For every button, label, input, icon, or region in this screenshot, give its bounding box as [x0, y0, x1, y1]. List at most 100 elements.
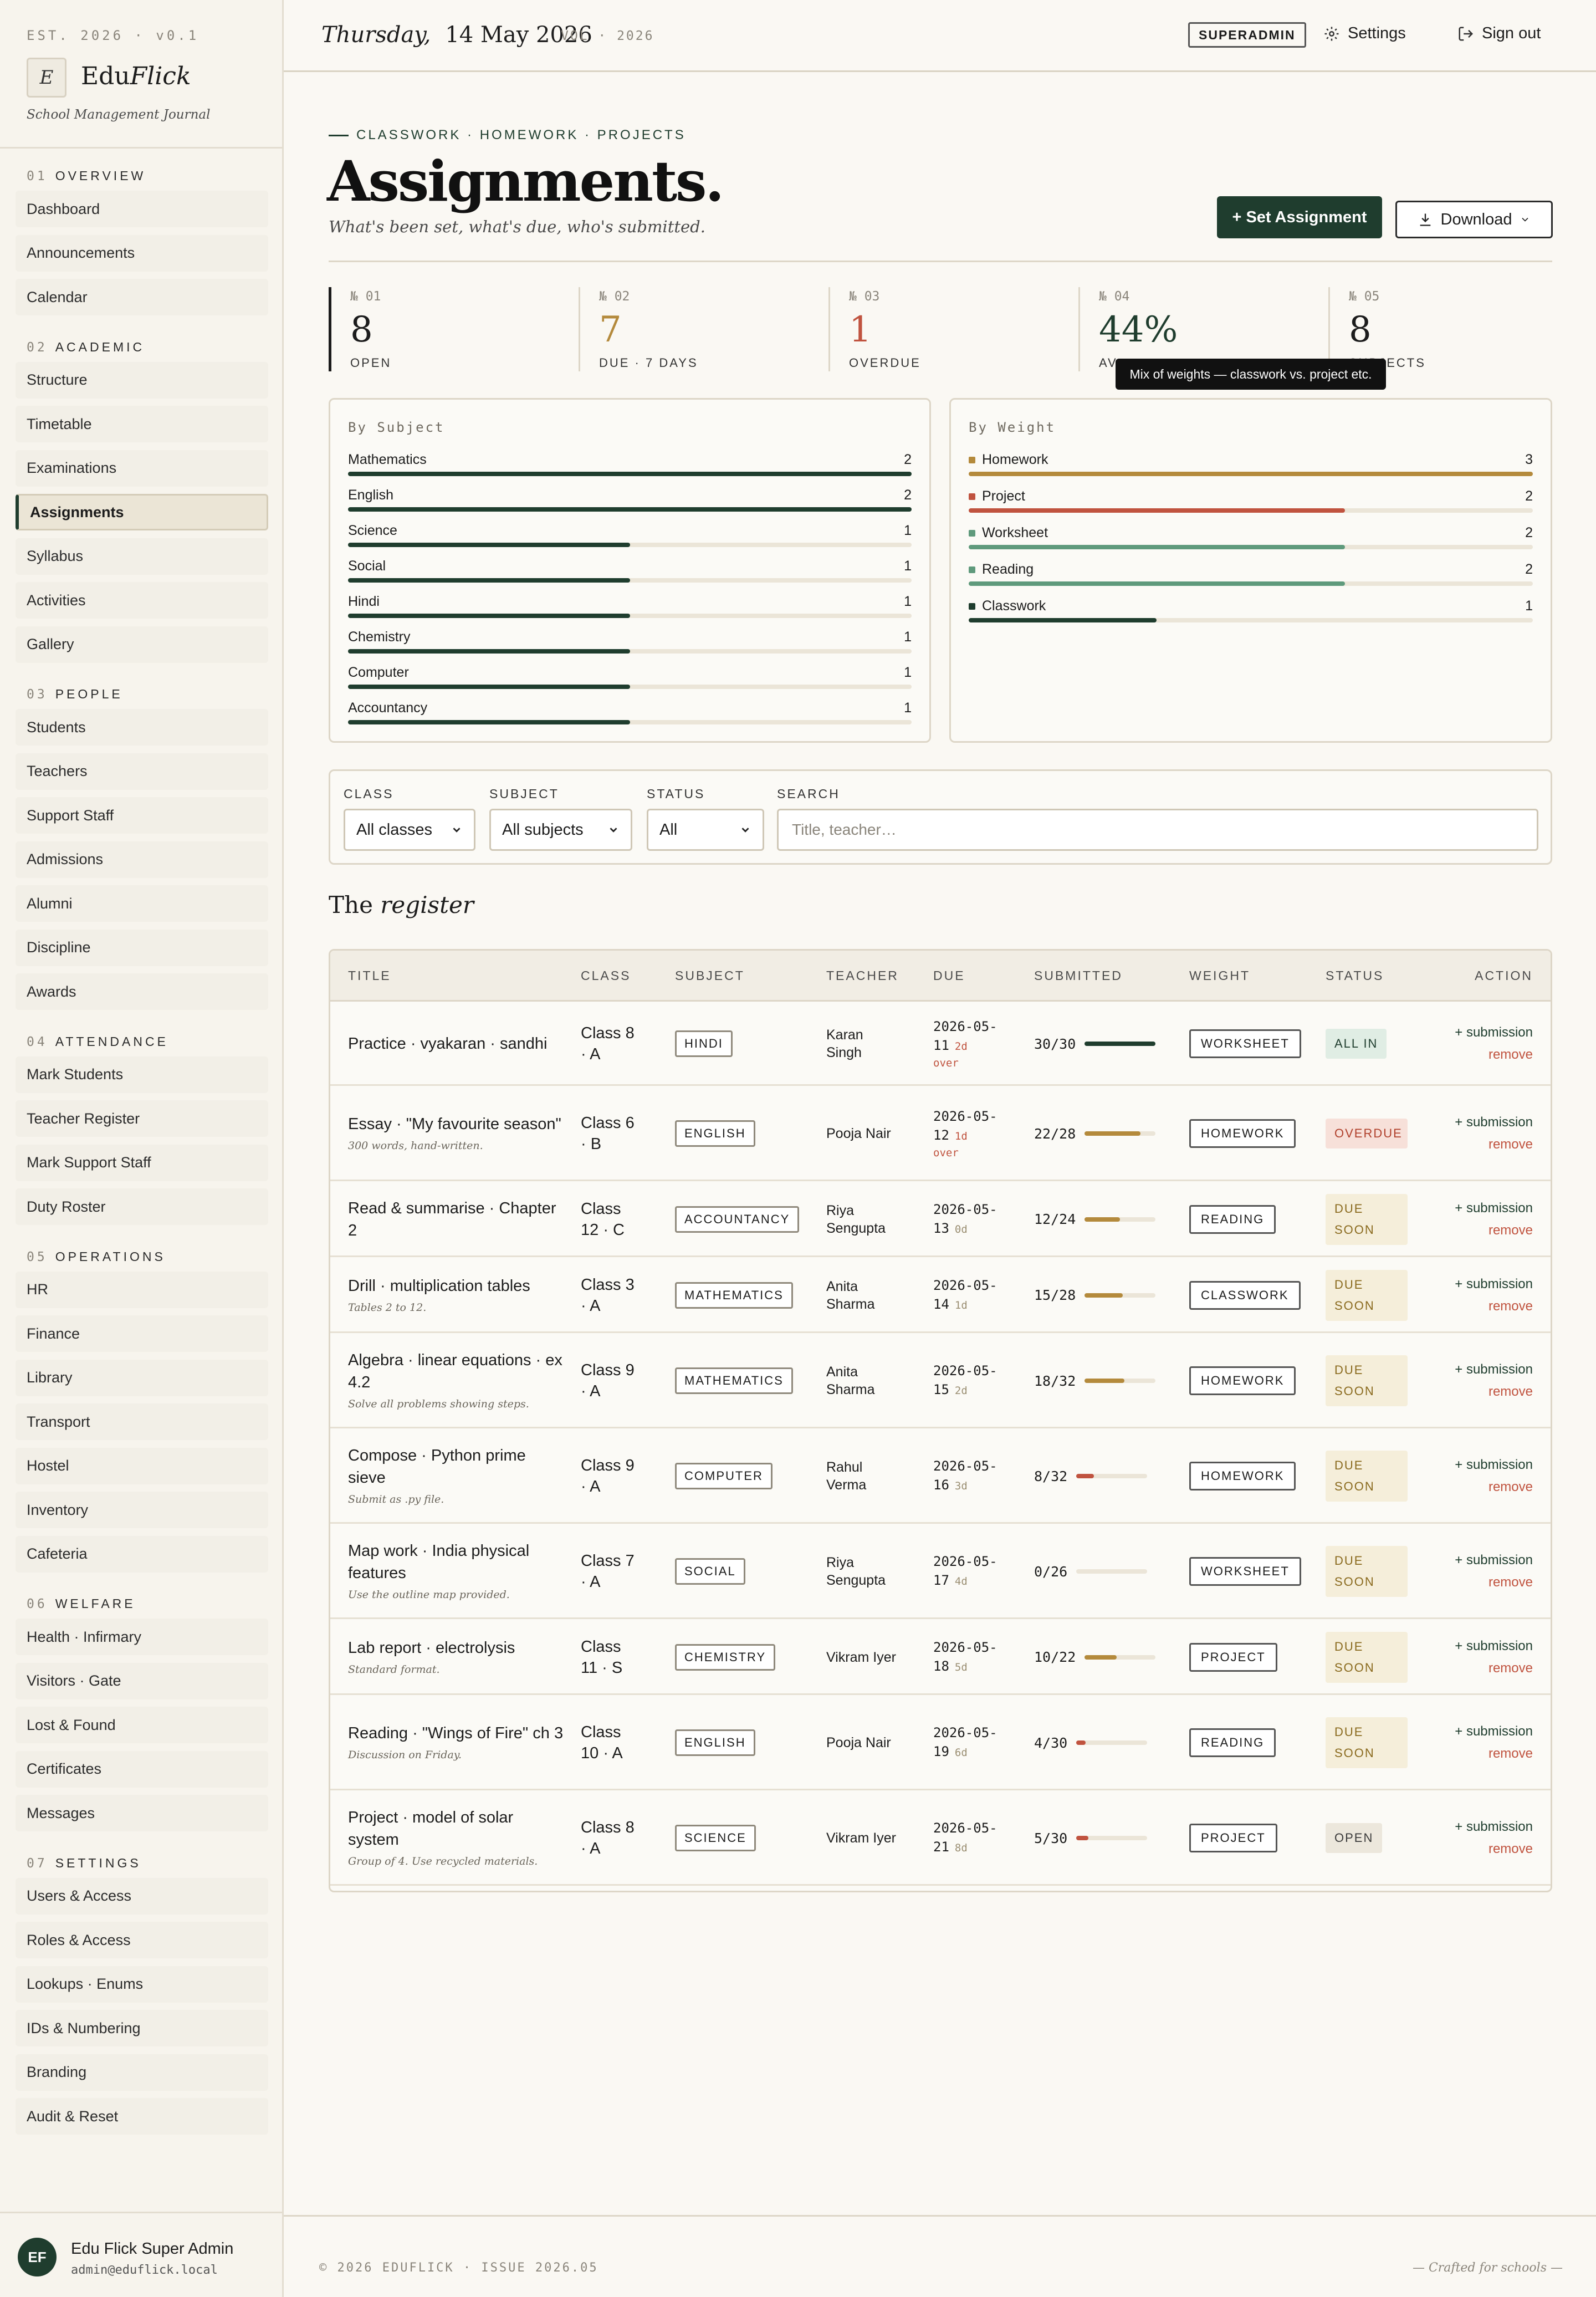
settings-link[interactable]: Settings [1323, 24, 1406, 43]
add-submission-link[interactable]: + submission [1455, 1635, 1533, 1657]
bar-fill [348, 614, 630, 618]
sidebar-item-messages[interactable]: Messages [16, 1795, 268, 1831]
sidebar-item-duty-roster[interactable]: Duty Roster [16, 1188, 268, 1225]
remove-link[interactable]: remove [1455, 1838, 1533, 1860]
add-submission-link[interactable]: + submission [1455, 1359, 1533, 1381]
assignment-title[interactable]: Drill · multiplication tables Tables 2 to… [348, 1275, 564, 1316]
add-submission-link[interactable]: + submission [1455, 1816, 1533, 1838]
sidebar-item-awards[interactable]: Awards [16, 973, 268, 1010]
add-submission-link[interactable]: + submission [1455, 1273, 1533, 1295]
table-row[interactable]: Lab report · electrolysis Standard format… [330, 1619, 1551, 1695]
sidebar-item-assignments[interactable]: Assignments [16, 494, 268, 530]
table-row[interactable]: Reading · "Wings of Fire" ch 3 Discussion… [330, 1695, 1551, 1790]
search-input[interactable]: Title, teacher… [777, 809, 1538, 851]
bar-fill [348, 720, 630, 724]
sidebar-item-timetable[interactable]: Timetable [16, 406, 268, 442]
table-row[interactable]: Practice · vyakaran · sandhi Class 8 · A HI… [330, 1002, 1551, 1086]
assignment-title[interactable]: Compose · Python prime sieve Submit as .p… [348, 1444, 564, 1508]
remove-link[interactable]: remove [1455, 1044, 1533, 1066]
sign-out-link[interactable]: Sign out [1457, 24, 1541, 43]
sidebar-item-visitors-gate[interactable]: Visitors · Gate [16, 1662, 268, 1699]
assignment-title[interactable]: Read & summarise · Chapter 2 [348, 1197, 564, 1242]
class-line-1: Class [581, 1199, 621, 1218]
table-row[interactable]: Read & summarise · Chapter 2 Class 12 · C A… [330, 1181, 1551, 1257]
sidebar-item-branding[interactable]: Branding [16, 2054, 268, 2091]
page-tagline: What's been set, what's due, who's submi… [329, 217, 705, 236]
remove-link[interactable]: remove [1455, 1657, 1533, 1680]
subject-filter-select[interactable]: All subjects [489, 809, 632, 851]
remove-link[interactable]: remove [1455, 1743, 1533, 1765]
sidebar-item-users-access[interactable]: Users & Access [16, 1877, 268, 1915]
assignment-title[interactable]: Essay · "My favourite season" 300 words, … [348, 1113, 564, 1154]
sidebar-item-gallery[interactable]: Gallery [16, 626, 268, 663]
table-row[interactable]: Project · model of solar system Group of … [330, 1790, 1551, 1886]
sidebar-item-roles-access[interactable]: Roles & Access [16, 1922, 268, 1958]
assignment-title[interactable]: Reading · "Wings of Fire" ch 3 Discussion… [348, 1722, 564, 1763]
remove-link[interactable]: remove [1455, 1295, 1533, 1318]
sidebar-item-alumni[interactable]: Alumni [16, 885, 268, 922]
assignment-title[interactable]: Lab report · electrolysis Standard format… [348, 1637, 564, 1678]
sidebar-item-admissions[interactable]: Admissions [16, 841, 268, 878]
sidebar-item-library[interactable]: Library [16, 1359, 268, 1396]
sidebar-item-lost-found[interactable]: Lost & Found [16, 1707, 268, 1743]
assignment-title[interactable]: Project · model of solar system Group of … [348, 1806, 564, 1870]
download-button[interactable]: Download [1395, 201, 1553, 238]
table-row[interactable]: Algebra · linear equations · ex 4.2 Solve… [330, 1333, 1551, 1428]
sidebar-item-syllabus[interactable]: Syllabus [16, 538, 268, 575]
assignment-title[interactable]: Practice · vyakaran · sandhi [348, 1033, 564, 1055]
sidebar-item-certificates[interactable]: Certificates [16, 1750, 268, 1788]
add-submission-link[interactable]: + submission [1455, 1197, 1533, 1219]
remove-link[interactable]: remove [1455, 1381, 1533, 1403]
by_subject-row-english: English 2 [348, 487, 912, 523]
search-label: SEARCH [777, 787, 840, 801]
sidebar-item-mark-students[interactable]: Mark Students [16, 1056, 268, 1093]
sidebar-section-overview: 01 OVERVIEW [27, 169, 146, 183]
bar-label: Classwork [969, 598, 1046, 614]
sidebar-item-lookups-enums[interactable]: Lookups · Enums [16, 1966, 268, 2003]
action-cell: + submission remove [1455, 1635, 1533, 1680]
sidebar-item-transport[interactable]: Transport [16, 1403, 268, 1440]
sidebar-item-ids-numbering[interactable]: IDs & Numbering [16, 2010, 268, 2046]
add-submission-link[interactable]: + submission [1455, 1022, 1533, 1044]
sidebar-item-calendar[interactable]: Calendar [16, 279, 268, 315]
sidebar-item-hostel[interactable]: Hostel [16, 1447, 268, 1484]
sidebar-item-audit-reset[interactable]: Audit & Reset [16, 2098, 268, 2135]
sidebar-item-inventory[interactable]: Inventory [16, 1492, 268, 1528]
add-submission-link[interactable]: + submission [1455, 1721, 1533, 1743]
brand-name[interactable]: EduFlick [81, 62, 191, 90]
table-row[interactable]: Essay · "My favourite season" 300 words, … [330, 1086, 1551, 1181]
sidebar-item-teacher-register[interactable]: Teacher Register [16, 1100, 268, 1137]
sidebar-item-announcements[interactable]: Announcements [16, 234, 268, 272]
sidebar-item-hr[interactable]: HR [16, 1271, 268, 1308]
sidebar-item-support-staff[interactable]: Support Staff [16, 797, 268, 834]
sidebar-item-dashboard[interactable]: Dashboard [16, 191, 268, 227]
add-submission-link[interactable]: + submission [1455, 1549, 1533, 1571]
status-filter-select[interactable]: All [647, 809, 764, 851]
sidebar-item-examinations[interactable]: Examinations [16, 450, 268, 487]
remove-link[interactable]: remove [1455, 1476, 1533, 1498]
sidebar-item-cafeteria[interactable]: Cafeteria [16, 1535, 268, 1573]
class-filter-select[interactable]: All classes [344, 809, 475, 851]
sidebar-item-health-infirmary[interactable]: Health · Infirmary [16, 1619, 268, 1655]
remove-link[interactable]: remove [1455, 1219, 1533, 1242]
sidebar-item-teachers[interactable]: Teachers [16, 753, 268, 790]
add-submission-link[interactable]: + submission [1455, 1111, 1533, 1134]
remove-link[interactable]: remove [1455, 1571, 1533, 1594]
sidebar-item-activities[interactable]: Activities [16, 582, 268, 619]
sidebar-item-discipline[interactable]: Discipline [16, 929, 268, 966]
table-row[interactable]: Map work · India physical features Use th… [330, 1524, 1551, 1619]
sidebar-item-structure[interactable]: Structure [16, 361, 268, 399]
remove-link[interactable]: remove [1455, 1134, 1533, 1156]
sidebar-item-mark-support-staff[interactable]: Mark Support Staff [16, 1144, 268, 1181]
assignment-title[interactable]: Algebra · linear equations · ex 4.2 Solve… [348, 1349, 564, 1412]
user-card[interactable]: EF Edu Flick Super Admin admin@eduflick.… [0, 2212, 282, 2297]
add-submission-link[interactable]: + submission [1455, 1454, 1533, 1476]
sidebar-item-finance[interactable]: Finance [16, 1315, 268, 1352]
table-row[interactable]: Compose · Python prime sieve Submit as .p… [330, 1428, 1551, 1524]
sidebar-item-students[interactable]: Students [16, 709, 268, 746]
table-row[interactable]: Drill · multiplication tables Tables 2 to… [330, 1257, 1551, 1333]
by_subject-row-social: Social 1 [348, 558, 912, 594]
set-assignment-button[interactable]: + Set Assignment [1217, 196, 1382, 238]
assignment-title[interactable]: Map work · India physical features Use th… [348, 1540, 564, 1603]
class-line-1: Class [581, 1723, 621, 1741]
